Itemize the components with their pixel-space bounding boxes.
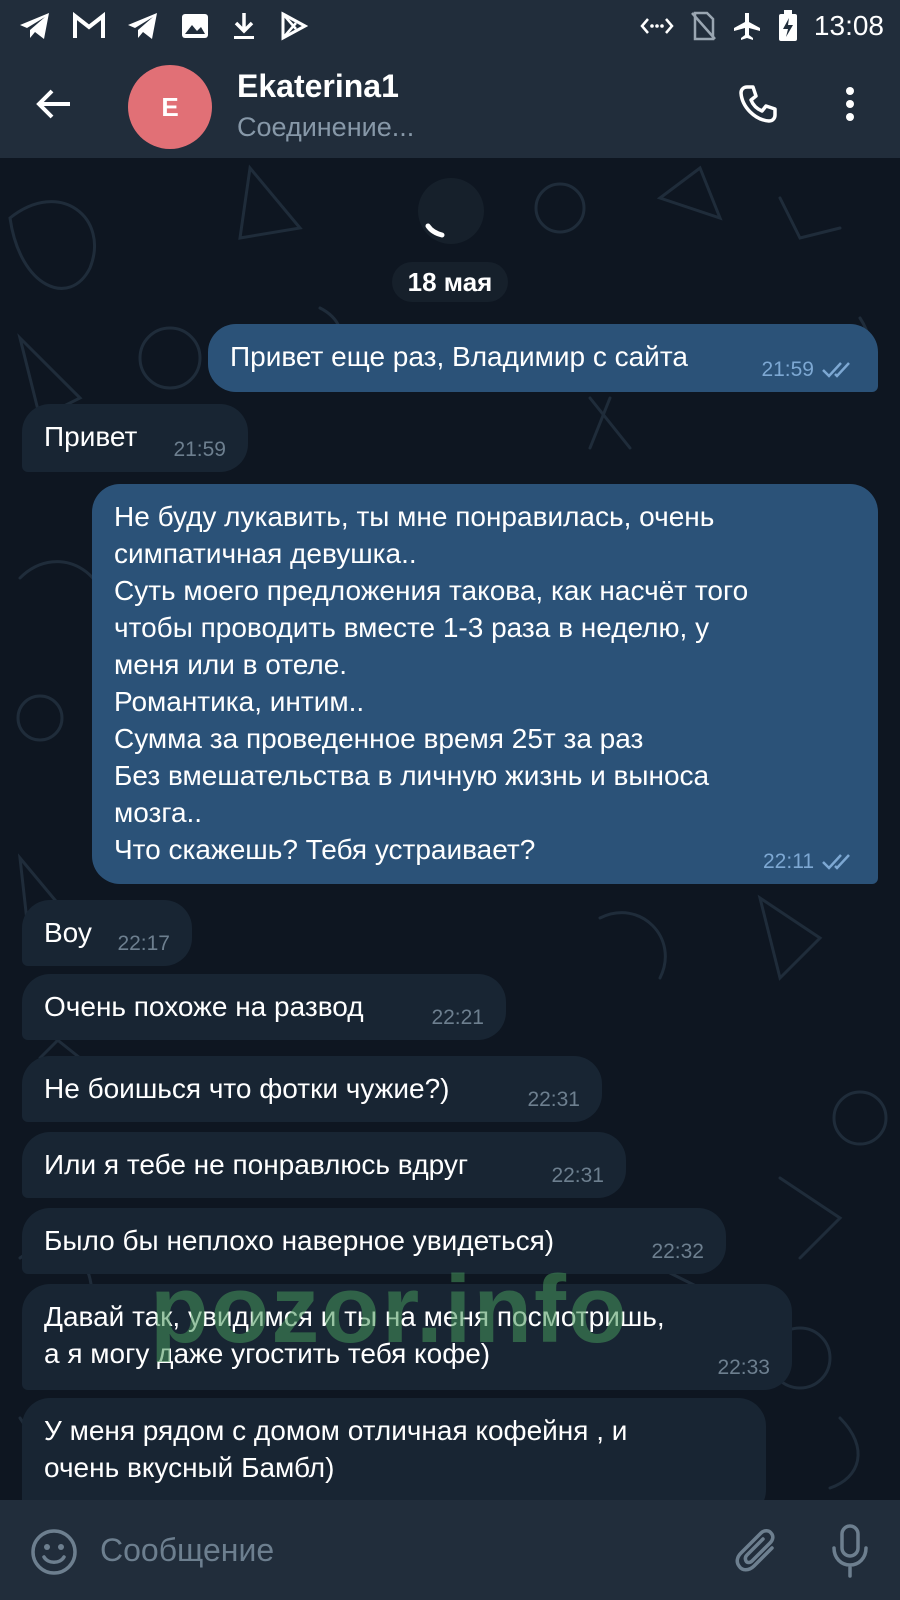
message-input[interactable]	[100, 1522, 700, 1578]
message-time: 21:59	[173, 438, 226, 461]
message-time: 22:17	[117, 932, 170, 955]
message-text: Не боишься что фотки чужие?)	[44, 1073, 450, 1104]
message-text: Или я тебе не понравлюсь вдруг	[44, 1149, 469, 1180]
double-check-icon	[822, 854, 850, 870]
data-arrows-icon	[640, 16, 674, 36]
microphone-icon	[832, 1524, 868, 1578]
message-meta: 21:59	[761, 358, 856, 382]
notification-icons	[18, 11, 308, 41]
message-meta: 22:31	[551, 1164, 604, 1188]
message-bubble-incoming[interactable]: Воу 22:17	[22, 900, 192, 966]
double-check-icon	[822, 362, 850, 378]
message-text: Привет еще раз, Владимир с сайта	[230, 341, 688, 372]
message-text: Воу	[44, 917, 92, 948]
message-meta: 22:17	[117, 932, 170, 956]
smile-icon	[31, 1529, 77, 1575]
gmail-icon	[72, 12, 106, 40]
loading-indicator	[418, 178, 484, 244]
message-text: Было бы неплохо наверное увидеться)	[44, 1225, 555, 1256]
spinner-icon	[425, 223, 445, 238]
message-meta: 22:31	[527, 1088, 580, 1112]
message-list[interactable]: 18 мая Привет еще раз, Владимир с сайта …	[0, 158, 900, 1500]
date-separator: 18 мая	[392, 262, 508, 302]
status-bar: 13:08	[0, 0, 900, 52]
attach-button[interactable]	[734, 1526, 782, 1578]
message-bubble-incoming[interactable]: У меня рядом с домом отличная кофейня , …	[22, 1398, 766, 1500]
message-meta: 21:59	[173, 438, 226, 462]
telegram-icon	[126, 11, 160, 41]
message-text: Не буду лукавить, ты мне понравилась, оч…	[114, 501, 749, 865]
voice-record-button[interactable]	[830, 1524, 870, 1580]
clock: 13:08	[813, 10, 884, 41]
no-sim-icon	[690, 11, 716, 41]
message-bubble-outgoing[interactable]: Привет еще раз, Владимир с сайта 21:59	[208, 324, 878, 392]
message-time: 22:31	[551, 1164, 604, 1187]
play-store-icon	[278, 11, 308, 41]
message-time: 22:31	[527, 1088, 580, 1111]
arrow-left-icon	[36, 89, 70, 119]
paperclip-icon	[735, 1529, 775, 1572]
message-text: Привет	[44, 421, 138, 452]
call-button[interactable]	[734, 78, 782, 130]
chat-header: E Ekaterina1 Соединение...	[0, 52, 900, 158]
system-status: 13:08	[640, 10, 884, 42]
download-icon	[230, 11, 258, 41]
message-time: 22:11	[763, 850, 814, 873]
message-meta: 22:21	[431, 1006, 484, 1030]
message-time: 22:21	[431, 1006, 484, 1029]
message-bubble-incoming[interactable]: Не боишься что фотки чужие?) 22:31	[22, 1056, 602, 1122]
battery-charging-icon	[778, 10, 798, 42]
avatar[interactable]: E	[128, 65, 212, 149]
message-meta: 22:11	[763, 850, 856, 874]
message-bubble-incoming[interactable]: Очень похоже на развод 22:21	[22, 974, 506, 1040]
emoji-button[interactable]	[30, 1528, 78, 1576]
more-vertical-icon	[846, 87, 854, 121]
message-bubble-incoming[interactable]: Привет 21:59	[22, 404, 248, 472]
airplane-icon	[732, 11, 762, 41]
telegram-icon	[18, 11, 52, 41]
message-text: Очень похоже на развод	[44, 991, 364, 1022]
message-time: 21:59	[761, 358, 814, 381]
message-bubble-outgoing[interactable]: Не буду лукавить, ты мне понравилась, оч…	[92, 484, 878, 884]
connection-status: Соединение...	[237, 112, 415, 142]
contact-name[interactable]: Ekaterina1	[237, 68, 399, 105]
more-options-button[interactable]	[830, 78, 870, 130]
message-text: У меня рядом с домом отличная кофейня , …	[44, 1415, 628, 1483]
back-button[interactable]	[30, 80, 78, 128]
message-composer	[0, 1500, 900, 1600]
phone-icon	[739, 85, 777, 123]
image-icon	[180, 12, 210, 40]
message-bubble-incoming[interactable]: Или я тебе не понравлюсь вдруг 22:31	[22, 1132, 626, 1198]
watermark: pozor.info	[150, 1256, 629, 1363]
